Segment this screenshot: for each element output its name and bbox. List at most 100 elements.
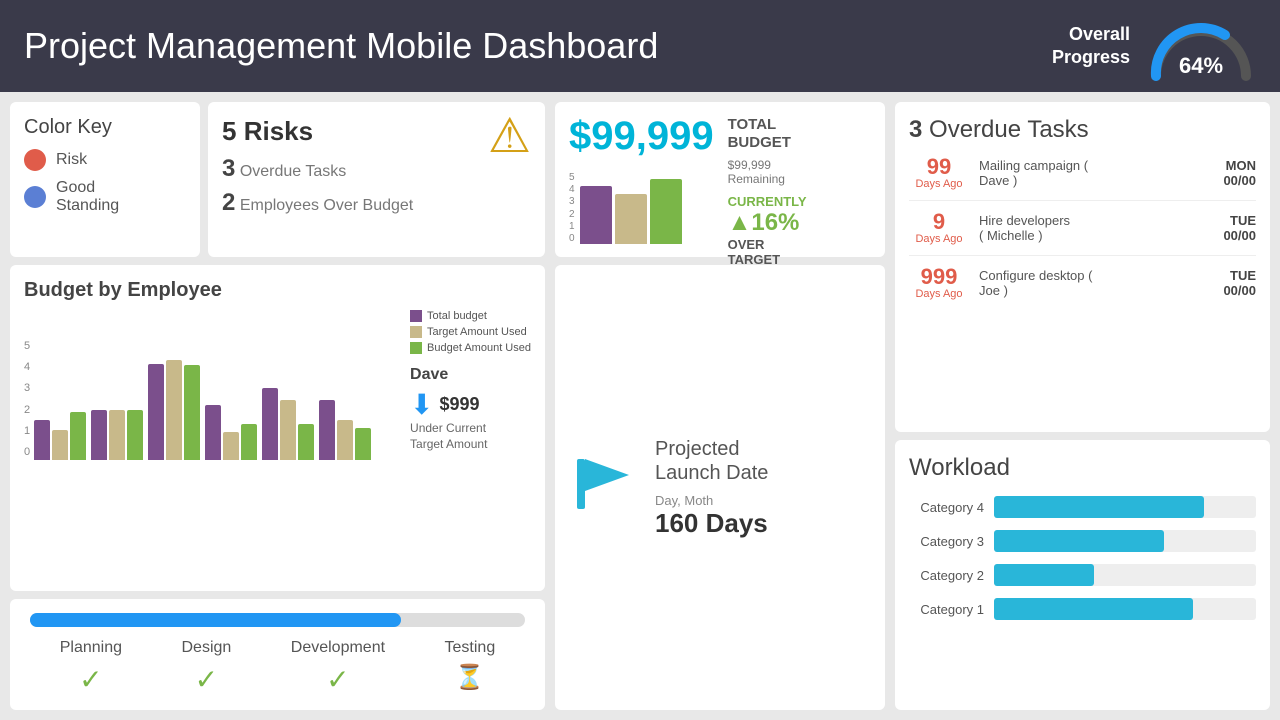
- phase-design: Design ✓: [181, 639, 231, 696]
- bar-group-5: [262, 388, 314, 460]
- overdue-row-1: 99 Days Ago Mailing campaign (Dave ) MON…: [909, 156, 1256, 201]
- dave-name: Dave: [410, 366, 531, 384]
- workload-bar-2: [994, 564, 1094, 586]
- bar-tan: [223, 432, 239, 460]
- color-key-card: Color Key Risk GoodStanding: [10, 102, 200, 257]
- launch-card: ProjectedLaunch Date Day, Moth 160 Days: [555, 265, 885, 710]
- budget-title: Budget by Employee: [24, 279, 531, 302]
- progress-bar-outer: [30, 613, 525, 627]
- bar-purple: [148, 364, 164, 460]
- percent-value: ▲16%: [728, 209, 807, 237]
- task-date-1: MON 00/00: [1223, 158, 1256, 188]
- total-budget-card: $99,999 012345 TOTALBUDGET $99,999Remain…: [555, 102, 885, 257]
- overdue-title: 3 Overdue Tasks: [909, 116, 1256, 144]
- good-dot: [24, 186, 46, 208]
- mini-bar-1: [580, 186, 612, 244]
- bar-chart: [34, 340, 371, 460]
- task-date-3: TUE 00/00: [1223, 268, 1256, 298]
- left-panel: Color Key Risk GoodStanding ⚠ 5 Risks 3 …: [10, 102, 545, 710]
- overdue-row-2: 9 Days Ago Hire developers( Michelle ) T…: [909, 211, 1256, 256]
- workload-title: Workload: [909, 454, 1256, 482]
- main-content: Color Key Risk GoodStanding ⚠ 5 Risks 3 …: [0, 92, 1280, 720]
- overdue-count: 3 Overdue Tasks: [222, 155, 531, 183]
- bar-group-4: [205, 405, 257, 460]
- down-arrow-icon: ⬇: [410, 388, 433, 421]
- flag-icon: [569, 449, 639, 527]
- right-panel: 3 Overdue Tasks 99 Days Ago Mailing camp…: [895, 102, 1270, 710]
- risk-dot: [24, 149, 46, 171]
- workload-bar-outer-2: [994, 564, 1256, 586]
- task-desc-3: Configure desktop (Joe ): [979, 268, 1213, 298]
- overdue-row-3: 999 Days Ago Configure desktop (Joe ) TU…: [909, 266, 1256, 310]
- bar-green: [127, 410, 143, 460]
- overdue-card: 3 Overdue Tasks 99 Days Ago Mailing camp…: [895, 102, 1270, 432]
- legend-budget: Budget Amount Used: [410, 342, 531, 354]
- risks-card: ⚠ 5 Risks 3 Overdue Tasks 2 Employees Ov…: [208, 102, 545, 257]
- header: Project Management Mobile Dashboard Over…: [0, 0, 1280, 92]
- bar-purple: [262, 388, 278, 460]
- total-budget-label: TOTALBUDGET: [728, 116, 807, 152]
- task-date-2: TUE 00/00: [1223, 213, 1256, 243]
- warning-icon: ⚠: [488, 108, 531, 164]
- bar-purple: [91, 410, 107, 460]
- mini-bar-3: [650, 179, 682, 244]
- workload-bar-1: [994, 598, 1193, 620]
- color-key-risk: Risk: [24, 149, 186, 171]
- dave-section: Dave ⬇ $999 Under CurrentTarget Amount: [410, 366, 531, 452]
- bar-tan: [337, 420, 353, 460]
- dave-under-label: Under CurrentTarget Amount: [410, 421, 531, 452]
- phase-planning: Planning ✓: [60, 639, 122, 696]
- workload-bar-4: [994, 496, 1204, 518]
- color-key-good: GoodStanding: [24, 179, 186, 215]
- svg-text:64%: 64%: [1179, 53, 1223, 78]
- bar-tan: [166, 360, 182, 460]
- over-budget-count: 2 Employees Over Budget: [222, 189, 531, 217]
- days-ago-1: 99 Days Ago: [909, 156, 969, 190]
- bar-group-1: [34, 412, 86, 460]
- task-desc-1: Mailing campaign (Dave ): [979, 158, 1213, 188]
- date-text: Day, Moth: [655, 493, 768, 508]
- phase-development: Development ✓: [291, 639, 385, 696]
- workload-row-3: Category 3: [909, 530, 1256, 552]
- workload-card: Workload Category 4 Category 3 Category …: [895, 440, 1270, 710]
- bar-green: [355, 428, 371, 460]
- bar-group-3: [148, 360, 200, 460]
- good-label: GoodStanding: [56, 179, 119, 215]
- currently-label: CURRENTLY: [728, 194, 807, 209]
- total-budget-right: TOTALBUDGET $99,999Remaining CURRENTLY ▲…: [728, 116, 807, 267]
- dave-amount: $999: [440, 394, 480, 415]
- bar-green: [241, 424, 257, 460]
- mini-bar-2: [615, 194, 647, 244]
- dave-amount-row: ⬇ $999: [410, 388, 531, 421]
- check-design: ✓: [181, 663, 231, 696]
- workload-bar-outer-1: [994, 598, 1256, 620]
- progress-label: OverallProgress: [1052, 23, 1130, 70]
- chart-legend: Total budget Target Amount Used Budget A…: [410, 310, 531, 577]
- legend-target: Target Amount Used: [410, 326, 531, 338]
- phases: Planning ✓ Design ✓ Development ✓ Testin…: [30, 639, 525, 696]
- bar-purple: [205, 405, 221, 460]
- budget-card: Budget by Employee 0 1 2 3 4 5: [10, 265, 545, 591]
- bar-purple: [34, 420, 50, 460]
- phase-testing: Testing ⏳: [445, 639, 496, 696]
- launch-info: ProjectedLaunch Date Day, Moth 160 Days: [655, 437, 768, 539]
- bar-tan: [109, 410, 125, 460]
- legend-dot-budget: [410, 342, 422, 354]
- legend-dot-target: [410, 326, 422, 338]
- risk-label: Risk: [56, 151, 87, 169]
- launch-title: ProjectedLaunch Date: [655, 437, 768, 485]
- bar-green: [70, 412, 86, 460]
- bar-group-6: [319, 400, 371, 460]
- task-desc-2: Hire developers( Michelle ): [979, 213, 1213, 243]
- legend-dot-total: [410, 310, 422, 322]
- workload-row-2: Category 2: [909, 564, 1256, 586]
- gauge: 64%: [1146, 11, 1256, 81]
- hourglass-testing: ⏳: [445, 663, 496, 692]
- progress-section: Planning ✓ Design ✓ Development ✓ Testin…: [10, 599, 545, 710]
- progress-bar-inner: [30, 613, 401, 627]
- overall-progress: OverallProgress 64%: [1052, 11, 1256, 81]
- bar-group-2: [91, 410, 143, 460]
- legend-total: Total budget: [410, 310, 531, 322]
- workload-row-1: Category 1: [909, 598, 1256, 620]
- total-budget-left: $99,999 012345: [569, 116, 714, 244]
